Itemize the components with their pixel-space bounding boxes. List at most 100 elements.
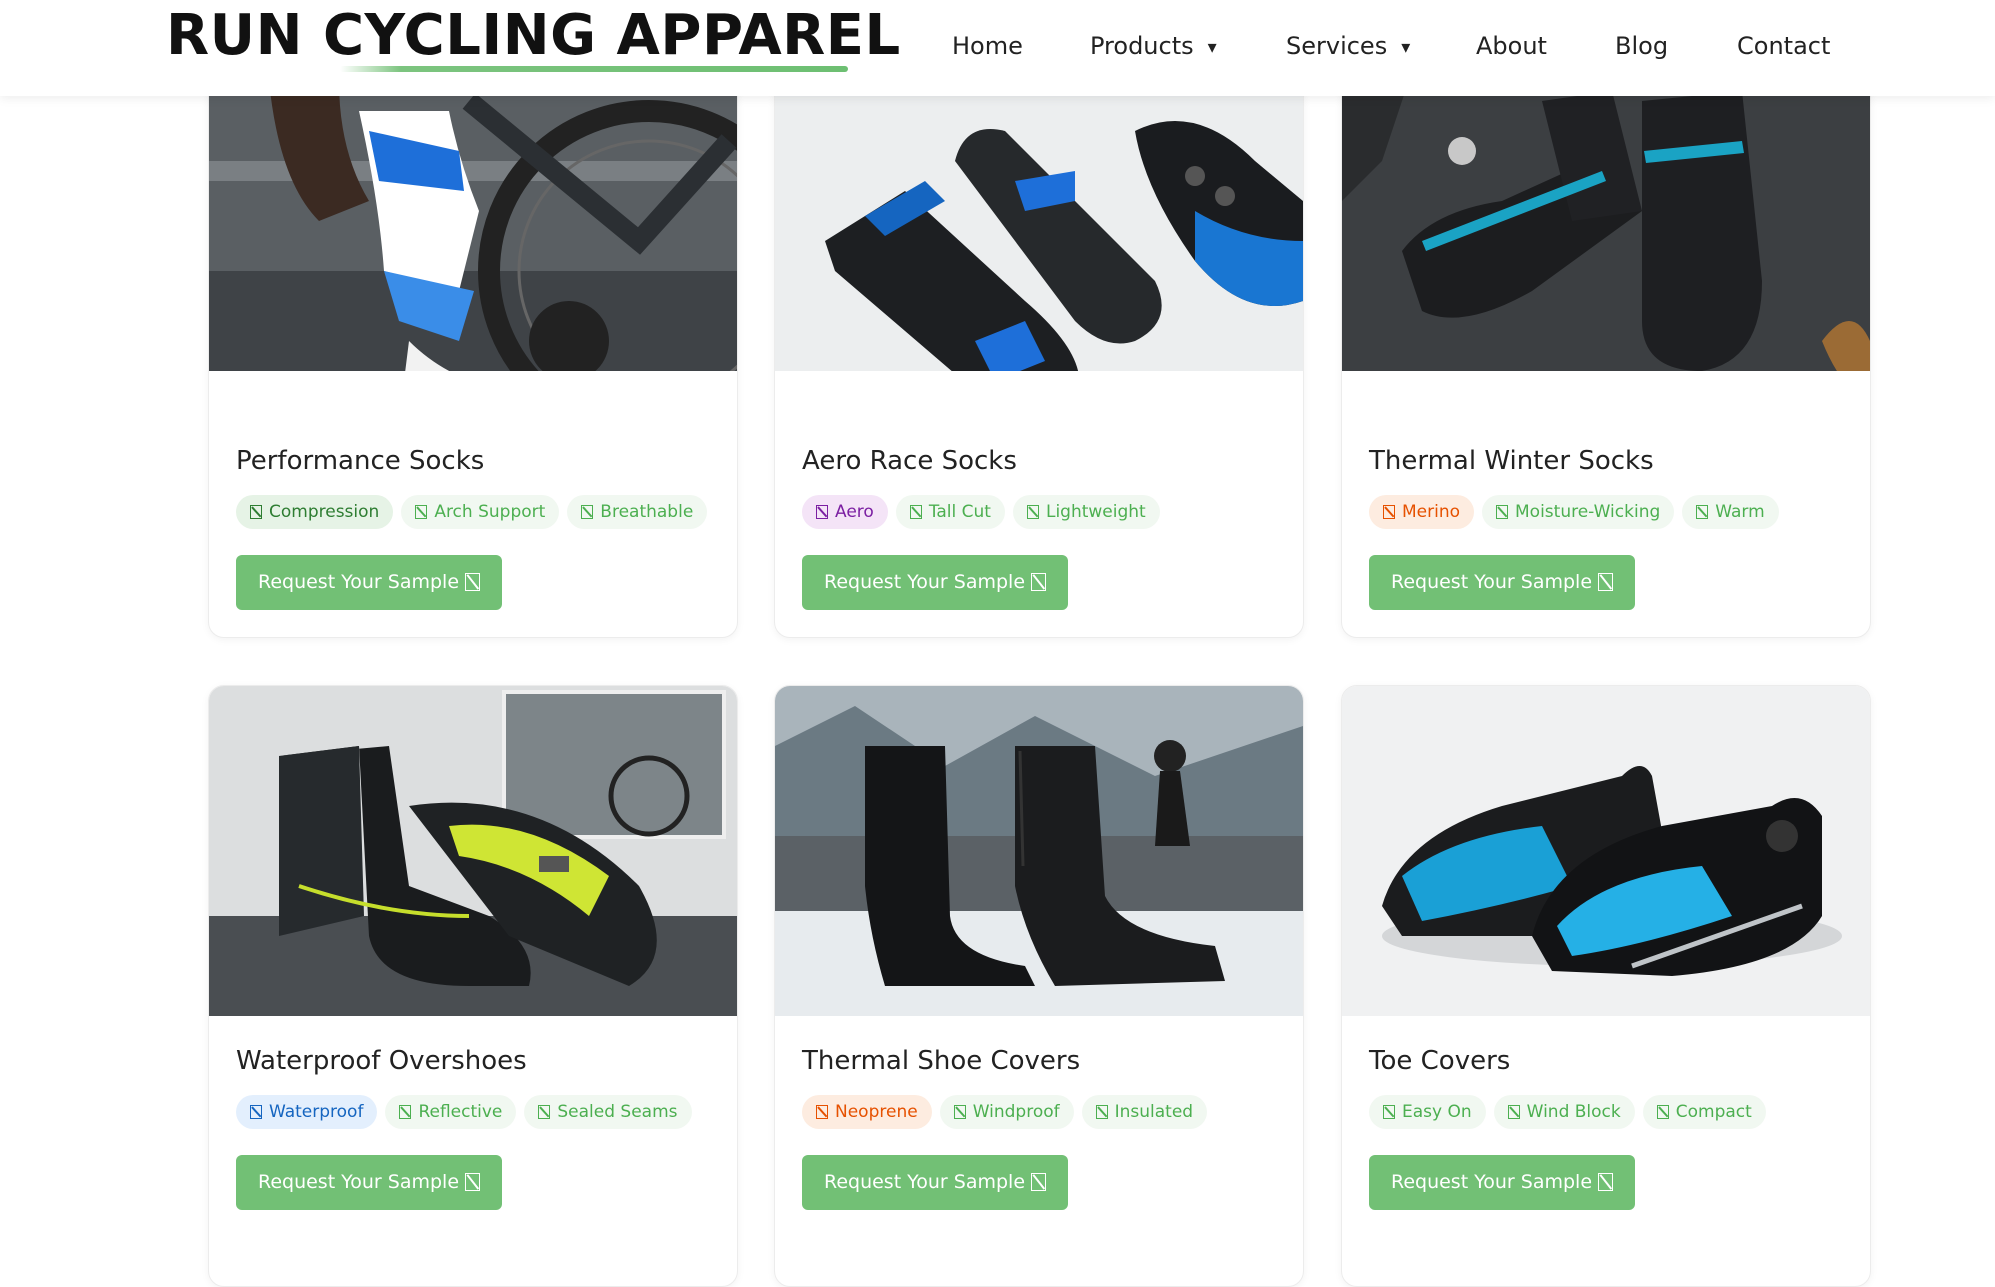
tag-insulated: Insulated bbox=[1081, 1095, 1208, 1129]
tag-icon bbox=[1383, 505, 1395, 519]
nav-services-label: Services bbox=[1286, 32, 1388, 60]
product-card-performance-socks: Performance Socks Compression Arch Suppo… bbox=[208, 40, 738, 638]
tag-icon bbox=[1095, 1105, 1108, 1119]
tag-icon bbox=[538, 1105, 551, 1119]
tag-tall-cut: Tall Cut bbox=[895, 495, 1005, 529]
request-sample-button[interactable]: Request Your Sample bbox=[236, 555, 502, 610]
tag-neoprene: Neoprene bbox=[802, 1095, 932, 1129]
tag-label: Wind Block bbox=[1526, 1102, 1621, 1122]
request-sample-button[interactable]: Request Your Sample bbox=[236, 1155, 502, 1210]
tag-icon bbox=[415, 505, 428, 519]
product-title: Thermal Shoe Covers bbox=[802, 1046, 1081, 1076]
button-label: Request Your Sample bbox=[823, 1171, 1026, 1193]
tag-label: Compact bbox=[1675, 1102, 1752, 1122]
product-title: Aero Race Socks bbox=[802, 446, 1017, 476]
nav-blog-label: Blog bbox=[1615, 32, 1669, 60]
tag-icon bbox=[1696, 505, 1709, 519]
arrow-icon bbox=[1031, 573, 1047, 591]
button-label: Request Your Sample bbox=[823, 571, 1026, 593]
product-title: Performance Socks bbox=[236, 446, 485, 476]
tag-icon bbox=[1383, 1105, 1395, 1119]
tag-waterproof: Waterproof bbox=[236, 1095, 378, 1129]
button-label: Request Your Sample bbox=[257, 571, 460, 593]
arrow-icon bbox=[1031, 1173, 1047, 1191]
tag-label: Sealed Seams bbox=[557, 1102, 678, 1122]
tag-icon bbox=[581, 505, 594, 519]
tag-label: Moisture-Wicking bbox=[1515, 502, 1661, 522]
tag-label: Lightweight bbox=[1045, 502, 1146, 522]
site-header: RUN CYCLING APPAREL Home Products ▾ Servi… bbox=[0, 0, 1995, 96]
tag-icon bbox=[816, 505, 828, 519]
product-tags: Neoprene Windproof Insulated bbox=[802, 1095, 1208, 1129]
request-sample-button[interactable]: Request Your Sample bbox=[802, 555, 1068, 610]
product-card-thermal-winter-socks: Thermal Winter Socks Merino Moisture-Wic… bbox=[1341, 40, 1871, 638]
nav-blog[interactable]: Blog bbox=[1615, 24, 1668, 68]
tag-label: Breathable bbox=[600, 502, 694, 522]
tag-label: Windproof bbox=[972, 1102, 1060, 1122]
chevron-down-icon: ▾ bbox=[1207, 37, 1217, 58]
site-logo[interactable]: RUN CYCLING APPAREL bbox=[166, 2, 901, 70]
product-tags: Merino Moisture-Wicking Warm bbox=[1369, 495, 1779, 529]
request-sample-button[interactable]: Request Your Sample bbox=[1369, 555, 1635, 610]
request-sample-button[interactable]: Request Your Sample bbox=[802, 1155, 1068, 1210]
arrow-icon bbox=[465, 1173, 481, 1191]
tag-icon bbox=[909, 505, 922, 519]
tag-arch-support: Arch Support bbox=[401, 495, 560, 529]
button-label: Request Your Sample bbox=[257, 1171, 460, 1193]
product-card-aero-race-socks: Aero Race Socks Aero Tall Cut Lightweigh… bbox=[774, 40, 1304, 638]
nav-contact-label: Contact bbox=[1737, 32, 1831, 60]
tag-label: Neoprene bbox=[835, 1102, 918, 1122]
button-label: Request Your Sample bbox=[1390, 571, 1593, 593]
tag-icon bbox=[1496, 505, 1509, 519]
tag-compact: Compact bbox=[1642, 1095, 1766, 1129]
product-card-waterproof-overshoes: Waterproof Overshoes Waterproof Reflecti… bbox=[208, 685, 738, 1287]
tag-windproof: Windproof bbox=[939, 1095, 1074, 1129]
arrow-icon bbox=[465, 573, 481, 591]
tag-label: Warm bbox=[1715, 502, 1765, 522]
tag-label: Waterproof bbox=[269, 1102, 364, 1122]
product-tags: Aero Tall Cut Lightweight bbox=[802, 495, 1160, 529]
tag-lightweight: Lightweight bbox=[1012, 495, 1160, 529]
product-tags: Easy On Wind Block Compact bbox=[1369, 1095, 1766, 1129]
tag-icon bbox=[953, 1105, 966, 1119]
tag-icon bbox=[816, 1105, 828, 1119]
tag-icon bbox=[399, 1105, 412, 1119]
arrow-icon bbox=[1598, 573, 1614, 591]
request-sample-button[interactable]: Request Your Sample bbox=[1369, 1155, 1635, 1210]
tag-label: Insulated bbox=[1114, 1102, 1194, 1122]
nav-home-label: Home bbox=[952, 32, 1023, 60]
tag-easy-on: Easy On bbox=[1369, 1095, 1486, 1129]
tag-compression: Compression bbox=[236, 495, 394, 529]
tag-icon bbox=[250, 1105, 262, 1119]
nav-services[interactable]: Services ▾ bbox=[1286, 24, 1410, 68]
tag-label: Easy On bbox=[1402, 1102, 1472, 1122]
tag-label: Arch Support bbox=[434, 502, 546, 522]
toe-covers-image bbox=[1342, 686, 1870, 1016]
product-card-toe-covers: Toe Covers Easy On Wind Block Compact Re… bbox=[1341, 685, 1871, 1287]
tag-label: Reflective bbox=[418, 1102, 503, 1122]
tag-moisture-wicking: Moisture-Wicking bbox=[1482, 495, 1675, 529]
product-tags: Compression Arch Support Breathable bbox=[236, 495, 708, 529]
tag-icon bbox=[1656, 1105, 1669, 1119]
nav-about[interactable]: About bbox=[1476, 24, 1547, 68]
nav-contact[interactable]: Contact bbox=[1737, 24, 1830, 68]
product-card-thermal-shoe-covers: Thermal Shoe Covers Neoprene Windproof I… bbox=[774, 685, 1304, 1287]
tag-aero: Aero bbox=[802, 495, 888, 529]
nav-products[interactable]: Products ▾ bbox=[1090, 24, 1217, 68]
tag-wind-block: Wind Block bbox=[1493, 1095, 1635, 1129]
button-label: Request Your Sample bbox=[1390, 1171, 1593, 1193]
tag-label: Tall Cut bbox=[928, 502, 991, 522]
tag-icon bbox=[1507, 1105, 1520, 1119]
tag-sealed-seams: Sealed Seams bbox=[524, 1095, 692, 1129]
tag-warm: Warm bbox=[1682, 495, 1779, 529]
tag-merino: Merino bbox=[1369, 495, 1475, 529]
nav-home[interactable]: Home bbox=[952, 24, 1023, 68]
nav-about-label: About bbox=[1476, 32, 1547, 60]
tag-icon bbox=[1026, 505, 1039, 519]
tag-breathable: Breathable bbox=[567, 495, 708, 529]
nav-products-label: Products bbox=[1090, 32, 1194, 60]
tag-icon bbox=[250, 505, 262, 519]
product-title: Toe Covers bbox=[1369, 1046, 1511, 1076]
product-title: Thermal Winter Socks bbox=[1369, 446, 1654, 476]
chevron-down-icon: ▾ bbox=[1401, 37, 1411, 58]
